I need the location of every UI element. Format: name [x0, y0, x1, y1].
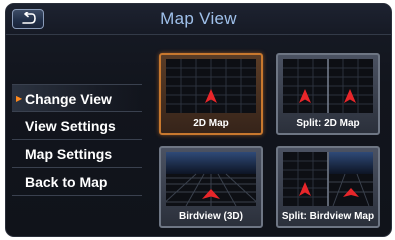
menu-item-view-settings[interactable]: View Settings — [12, 112, 142, 140]
menu-item-label: Back to Map — [25, 174, 108, 190]
selection-triangle-icon: ▶ — [16, 94, 23, 103]
menu-item-back-to-map[interactable]: Back to Map — [12, 168, 142, 196]
page-title: Map View — [160, 9, 237, 28]
menu-item-map-settings[interactable]: Map Settings — [12, 140, 142, 168]
menu-item-label: View Settings — [25, 118, 116, 134]
view-option-split-2d-map[interactable]: Split: 2D Map — [276, 53, 380, 135]
menu-item-label: Change View — [25, 91, 112, 107]
view-option-split-birdview-map[interactable]: Split: Birdview Map — [276, 146, 380, 228]
vehicle-position-icon — [344, 89, 356, 103]
view-option-birdview-3d[interactable]: Birdview (3D) — [159, 146, 263, 228]
map-preview-birdview — [166, 152, 256, 206]
menu-item-label: Map Settings — [25, 146, 113, 162]
map-preview-split-2d — [283, 59, 373, 113]
perspective-map-graphic — [166, 152, 256, 206]
map-preview-2d — [166, 59, 256, 113]
title-bar: Map View — [6, 4, 391, 35]
split-grid-map-graphic — [283, 59, 373, 113]
split-birdview-graphic — [283, 152, 373, 206]
tile-label: Split: Birdview Map — [281, 211, 375, 222]
view-option-2d-map[interactable]: 2D Map — [159, 53, 263, 135]
map-preview-split-birdview — [283, 152, 373, 206]
tile-label: Birdview (3D) — [179, 211, 243, 222]
vehicle-position-icon — [299, 182, 311, 196]
menu-item-change-view[interactable]: ▶ Change View — [12, 84, 142, 112]
tile-label: 2D Map — [193, 118, 229, 129]
tile-label: Split: 2D Map — [296, 118, 360, 129]
navigation-screen: Map View ▶ Change View View Settings Map… — [5, 3, 392, 237]
grid-map-graphic — [166, 59, 256, 113]
vehicle-position-icon — [299, 89, 311, 103]
side-menu: ▶ Change View View Settings Map Settings… — [12, 84, 142, 196]
